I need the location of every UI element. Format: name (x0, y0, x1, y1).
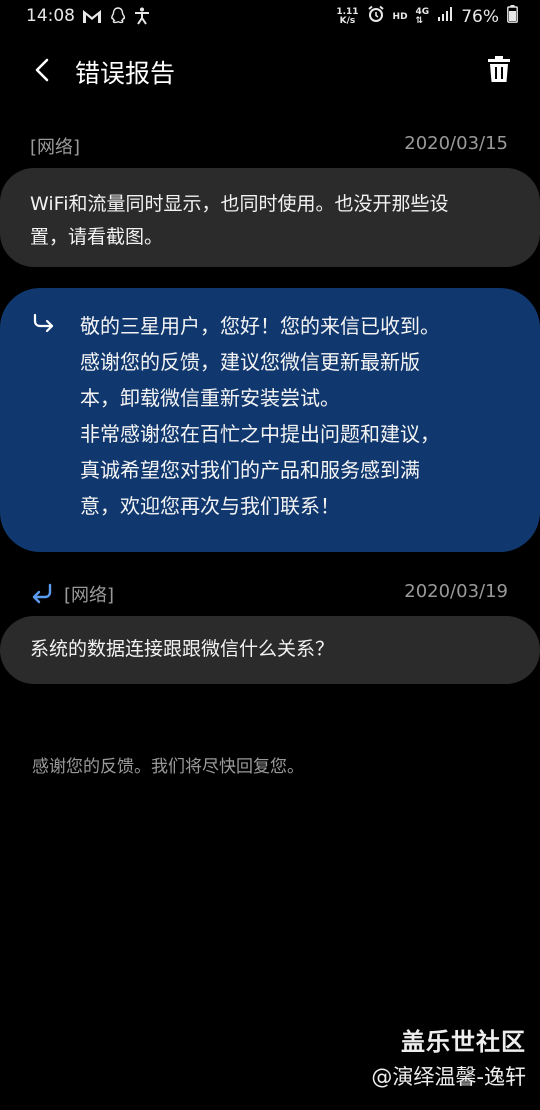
watermark: 盖乐世社区 @演绎温馨-逸轩 (371, 1022, 526, 1091)
delete-button[interactable] (484, 52, 514, 86)
notification-icons (82, 7, 150, 30)
reply-icon (30, 583, 54, 610)
network-type: 4G ⇅ (415, 6, 430, 26)
reply-text-line: 意，欢迎您再次与我们联系！ (80, 494, 340, 518)
support-reply-bubble[interactable]: 敬的三星用户，您好！您的来信已收到。 感谢您的反馈，建议您微信更新最新版 本，卸… (0, 288, 540, 552)
message-text-line: WiFi和流量同时显示，也同时使用。也没开那些设 (30, 193, 449, 215)
reply-text-line: 真诚希望您对我们的产品和服务感到满 (80, 458, 420, 482)
net-speed: 1.11 K/s (336, 6, 359, 26)
watermark-user: @演绎温馨-逸轩 (371, 1065, 526, 1089)
error-report-screen: 14:08 1.11 K/s HD 4G ⇅ 76% 错误报告 [网络] 202… (0, 0, 540, 1110)
gmail-icon (82, 8, 102, 29)
accessibility-icon (134, 7, 150, 30)
message-date: 2020/03/19 (404, 581, 508, 602)
user-message-bubble[interactable]: WiFi和流量同时显示，也同时使用。也没开那些设 置，请看截图。 (0, 168, 540, 267)
reply-text-line: 非常感谢您在百忙之中提出问题和建议， (80, 422, 440, 446)
message-meta: [网络] 2020/03/15 (30, 133, 510, 159)
hd-badge: HD (392, 11, 408, 22)
app-bar: 错误报告 (0, 40, 540, 100)
pending-reply-note: 感谢您的反馈。我们将尽快回复您。 (32, 757, 304, 777)
message-text-line: 系统的数据连接跟跟微信什么关系？ (30, 638, 335, 660)
signal-icon (437, 6, 453, 27)
reply-text-line: 敬的三星用户，您好！您的来信已收到。 (80, 314, 440, 338)
message-category: [网络] (30, 137, 81, 158)
reply-text: 敬的三星用户，您好！您的来信已收到。 感谢您的反馈，建议您微信更新最新版 本，卸… (80, 308, 520, 524)
user-message-bubble[interactable]: 系统的数据连接跟跟微信什么关系？ (0, 616, 540, 684)
status-right: 1.11 K/s HD 4G ⇅ 76% (336, 5, 518, 28)
reply-text-line: 本，卸载微信重新安装尝试。 (80, 386, 340, 410)
alarm-icon (367, 5, 385, 28)
message-date: 2020/03/15 (404, 133, 508, 154)
data-arrows-icon: ⇅ (415, 15, 424, 26)
reply-text-line: 感谢您的反馈，建议您微信更新最新版 (80, 350, 420, 374)
qq-icon (110, 7, 126, 30)
reply-arrow-icon (32, 312, 56, 338)
watermark-brand: 盖乐世社区 (401, 1028, 526, 1056)
battery-percent: 76% (461, 6, 499, 27)
battery-icon (507, 5, 518, 28)
status-bar: 14:08 1.11 K/s HD 4G ⇅ 76% (0, 0, 540, 34)
status-time: 14:08 (26, 6, 75, 26)
page-title: 错误报告 (75, 59, 176, 88)
message-category: [网络] (64, 585, 115, 606)
chevron-left-icon (35, 58, 49, 82)
back-button[interactable] (24, 52, 60, 88)
message-meta: [网络] 2020/03/19 (30, 581, 510, 607)
trash-icon (488, 56, 510, 82)
message-text-line: 置，请看截图。 (30, 226, 164, 248)
